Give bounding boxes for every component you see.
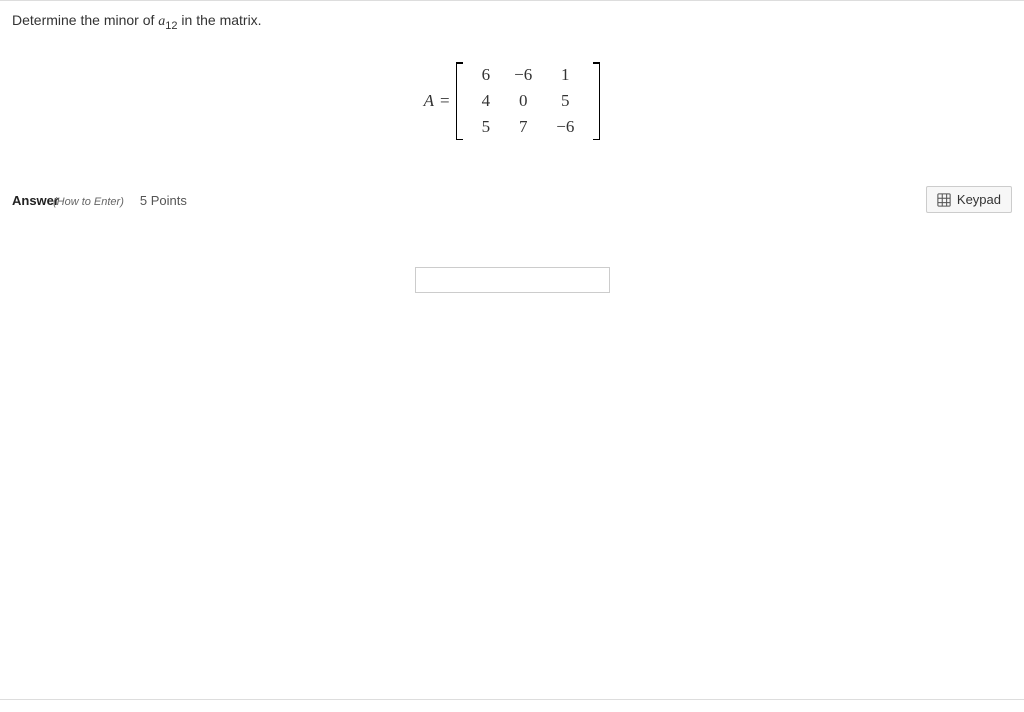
prompt-suffix: in the matrix. xyxy=(178,12,262,28)
answer-left: Answer(How to Enter) 5 Points xyxy=(12,192,187,208)
matrix-row: 5 7 −6 xyxy=(470,114,587,140)
answer-bar: Answer(How to Enter) 5 Points Keypad xyxy=(0,180,1024,219)
answer-input[interactable] xyxy=(415,267,610,293)
matrix-eq: = xyxy=(440,91,450,111)
matrix-cell: 5 xyxy=(544,88,586,114)
question-prompt: Determine the minor of a12 in the matrix… xyxy=(12,11,1012,34)
matrix-lhs: A xyxy=(424,91,434,111)
variable-subscript: 12 xyxy=(165,20,177,32)
points-label: 5 Points xyxy=(140,193,187,208)
matrix-cell: 4 xyxy=(470,88,503,114)
keypad-label: Keypad xyxy=(957,192,1001,207)
matrix-cell: 0 xyxy=(502,88,544,114)
answer-label-group: Answer(How to Enter) xyxy=(12,192,124,208)
answer-input-row xyxy=(0,267,1024,293)
keypad-button[interactable]: Keypad xyxy=(926,186,1012,213)
bracket-right-icon xyxy=(592,62,600,140)
matrix-row: 4 0 5 xyxy=(470,88,587,114)
question-area: Determine the minor of a12 in the matrix… xyxy=(0,1,1024,140)
question-container: Determine the minor of a12 in the matrix… xyxy=(0,0,1024,700)
bracket-left-icon xyxy=(456,62,464,140)
how-to-enter-link[interactable]: (How to Enter) xyxy=(53,196,124,208)
matrix-cell: 1 xyxy=(544,62,586,88)
matrix-cell: 7 xyxy=(502,114,544,140)
matrix-body: 6 −6 1 4 0 5 5 7 −6 xyxy=(470,62,587,140)
matrix-cell: −6 xyxy=(544,114,586,140)
keypad-icon xyxy=(937,193,951,207)
matrix-cell: 6 xyxy=(470,62,503,88)
matrix-display: A = 6 −6 1 4 0 5 5 7 xyxy=(12,62,1012,140)
matrix-wrap: A = 6 −6 1 4 0 5 5 7 xyxy=(424,62,601,140)
answer-label: Answer xyxy=(12,193,59,208)
matrix-cell: 5 xyxy=(470,114,503,140)
prompt-prefix: Determine the minor of xyxy=(12,12,158,28)
matrix-cell: −6 xyxy=(502,62,544,88)
matrix-row: 6 −6 1 xyxy=(470,62,587,88)
